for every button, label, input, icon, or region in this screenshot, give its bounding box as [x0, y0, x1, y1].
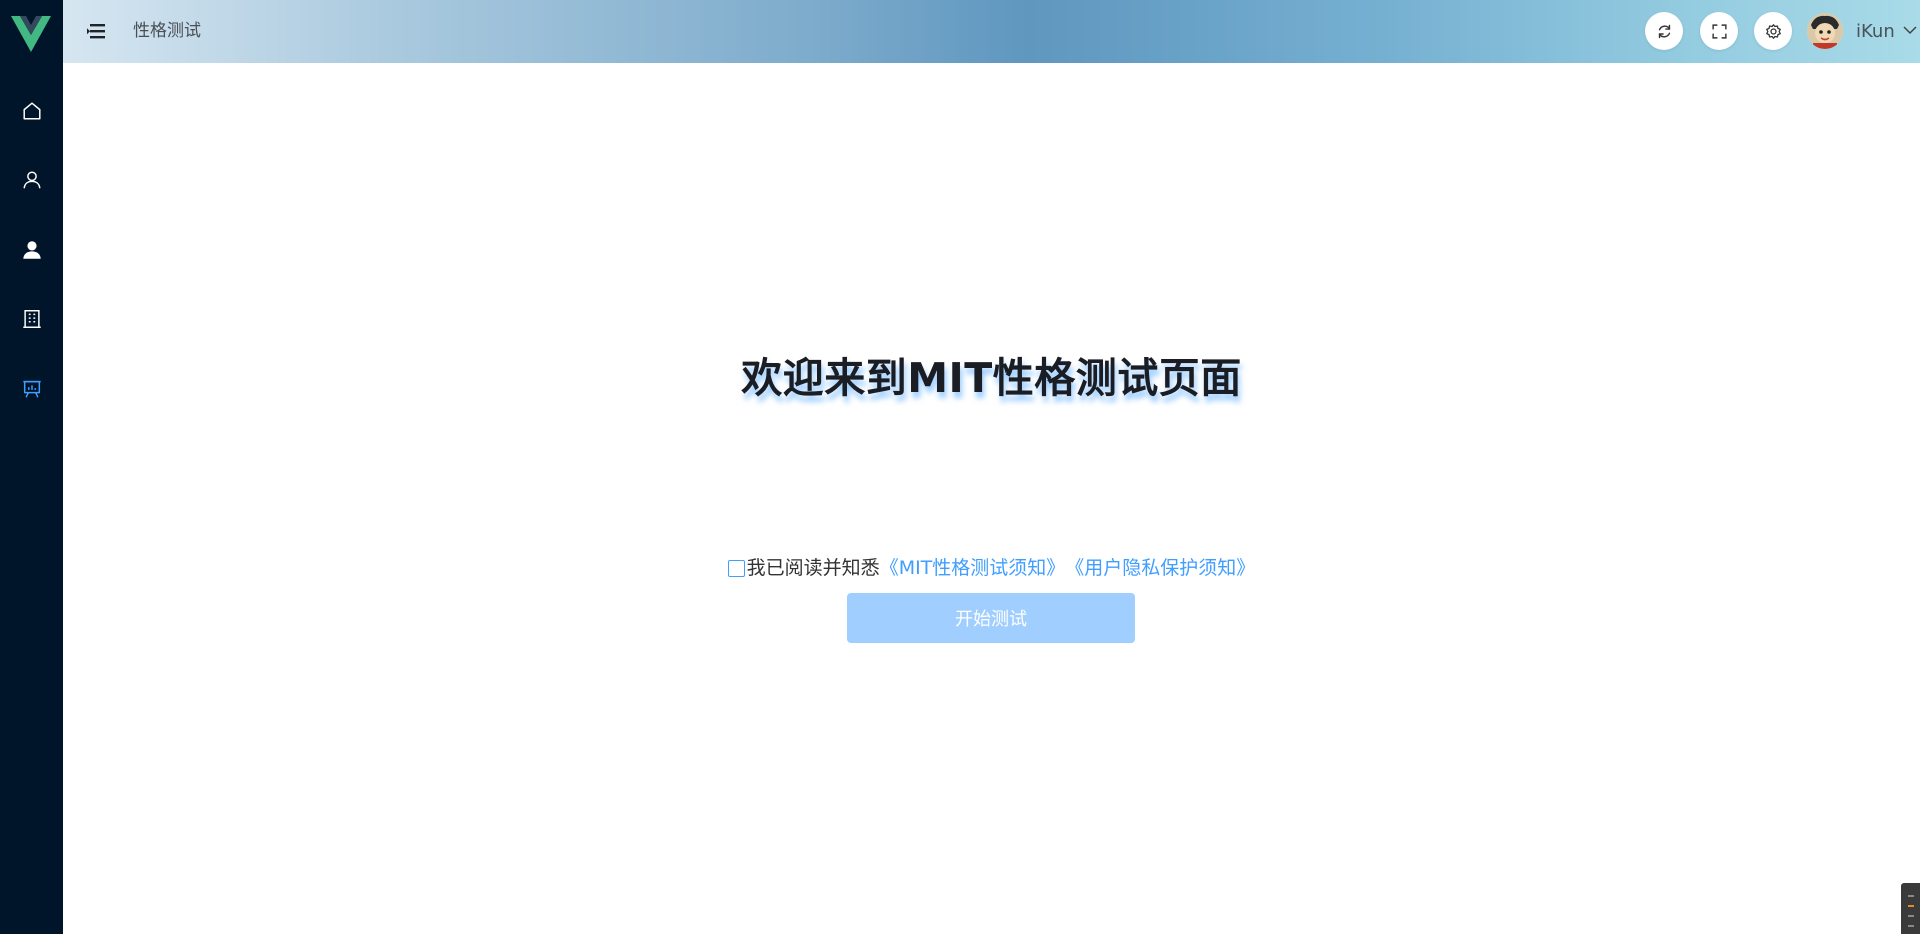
- sidebar-item-office-building[interactable]: [0, 291, 63, 347]
- refresh-icon: [1658, 24, 1670, 38]
- chevron-down-icon[interactable]: [1903, 25, 1917, 35]
- sidebar: [0, 0, 63, 934]
- settings-button[interactable]: [1754, 12, 1792, 50]
- welcome-title: 欢迎来到MIT性格测试页面: [741, 354, 1242, 402]
- fullscreen-icon: [1711, 23, 1727, 39]
- office-building-icon: [22, 310, 41, 328]
- sidebar-item-user-filled[interactable]: [0, 222, 63, 278]
- user-icon: [22, 171, 41, 189]
- page-title: 性格测试: [133, 21, 201, 41]
- privacy-notice-link[interactable]: 《用户隐私保护须知》: [1065, 555, 1255, 581]
- avatar[interactable]: [1807, 13, 1843, 49]
- mit-notice-link[interactable]: 《MIT性格测试须知》: [880, 555, 1066, 581]
- vue-logo-icon[interactable]: [11, 16, 51, 54]
- username[interactable]: iKun: [1856, 19, 1895, 45]
- user-filled-icon: [22, 241, 41, 259]
- menu-fold-icon[interactable]: [87, 21, 109, 41]
- home-icon: [22, 102, 41, 120]
- refresh-button[interactable]: [1645, 12, 1683, 50]
- welcome-title-wrap: 欢迎来到MIT性格测试页面: [0, 344, 1920, 404]
- start-test-button[interactable]: 开始测试: [847, 593, 1135, 643]
- agreement-checkbox[interactable]: [727, 559, 745, 577]
- settings-icon: [1765, 23, 1781, 39]
- avatar-image: [1807, 13, 1843, 49]
- sidebar-item-user[interactable]: [0, 152, 63, 208]
- agreement-row: 我已阅读并知悉 《MIT性格测试须知》 《用户隐私保护须知》: [0, 555, 1920, 581]
- header-bar: 性格测试: [63, 0, 1920, 63]
- agreement-text: 我已阅读并知悉: [746, 557, 880, 579]
- sidebar-item-home[interactable]: [0, 83, 63, 139]
- fullscreen-button[interactable]: [1700, 12, 1738, 50]
- corner-widget[interactable]: [1901, 883, 1920, 934]
